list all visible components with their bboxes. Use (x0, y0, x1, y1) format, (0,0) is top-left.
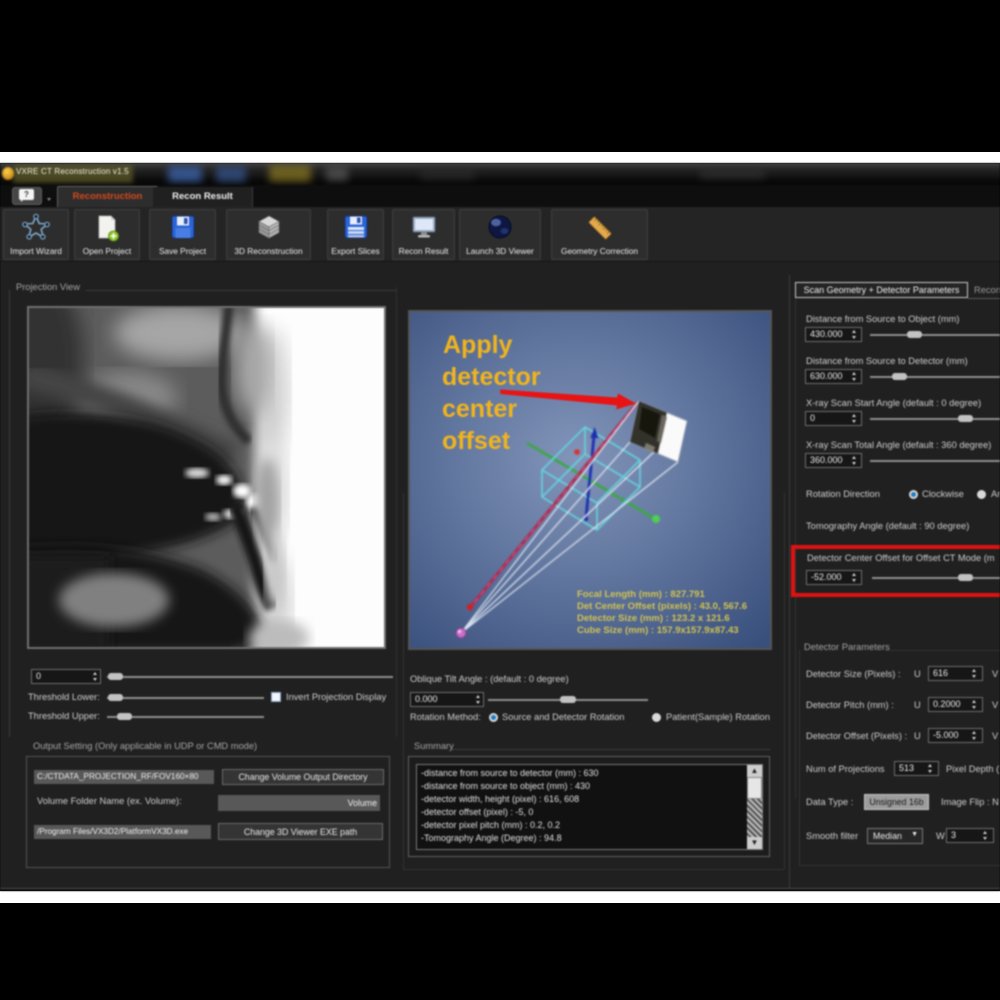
svg-text:Cube Size (mm) : 157.9x157.9x8: Cube Size (mm) : 157.9x157.9x87.43 (577, 625, 739, 636)
svg-text:Focal Length (mm) : 827.791: Focal Length (mm) : 827.791 (577, 589, 705, 600)
svg-text:center: center (442, 395, 517, 423)
svg-text:Detector Size (mm) : 123.2 x 1: Detector Size (mm) : 123.2 x 121.6 (577, 613, 730, 624)
svg-text:offset: offset (442, 427, 511, 455)
svg-text:detector: detector (442, 363, 541, 391)
svg-text:Apply: Apply (443, 331, 513, 359)
svg-text:Det Center Offset (pixels) : 4: Det Center Offset (pixels) : 43.0, 567.6 (577, 601, 747, 612)
